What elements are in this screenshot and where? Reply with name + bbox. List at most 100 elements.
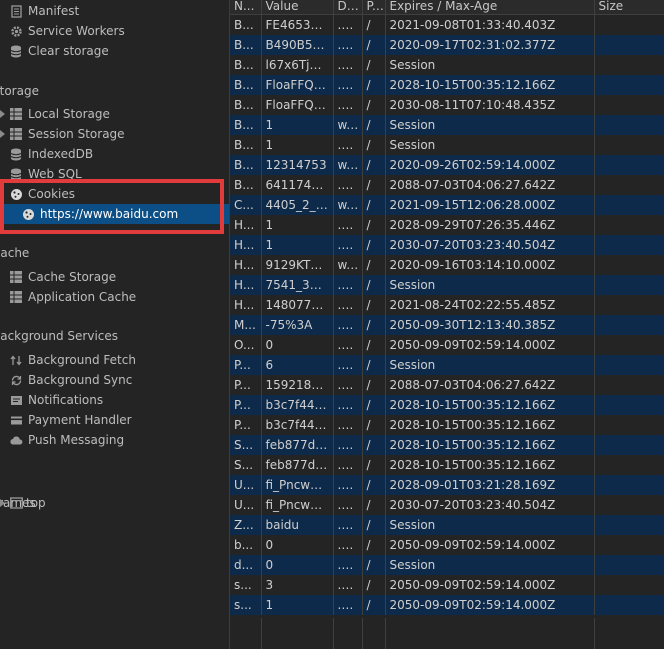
cell-name: B... [230, 135, 262, 155]
cell-path: / [362, 455, 386, 475]
cell-expires: Session [385, 555, 595, 575]
cell-path: / [362, 415, 386, 435]
table-row[interactable]: H... 148077_1... .b.../2021-08-24T02:22:55… [230, 295, 664, 315]
table-row[interactable]: H... 1 .p.../2028-09-29T07:26:35.446Z [230, 215, 664, 235]
cell-value: 1 [261, 135, 334, 155]
cell-expires: 2028-10-15T00:35:12.166Z [385, 75, 595, 95]
table-row[interactable]: B... 1 w... / Session [230, 115, 664, 135]
sidebar-item-cookies[interactable]: Cookies [0, 184, 229, 204]
table-row[interactable]: Z... baidu .b... / Session [230, 515, 664, 535]
cell-path: / [362, 355, 386, 375]
sidebar-item-background-fetch[interactable]: Background Fetch [0, 350, 229, 370]
sidebar-item-indexeddb[interactable]: IndexedDB [0, 144, 229, 164]
sidebar-item-service-workers[interactable]: Service Workers [0, 21, 229, 41]
sidebar-item-label: Background Services [0, 329, 119, 343]
sidebar-item-session-storage[interactable]: Session Storage [0, 124, 229, 144]
table-row[interactable]: U... fi_Pncwhp... .p.../2028-09-01T03:21:2… [230, 475, 664, 495]
application-sidebar: Manifest Service Workers Clear storage Stor… [0, 0, 229, 649]
cell-size [594, 275, 664, 295]
cell-domain: w... [333, 255, 363, 275]
cell-value: b3c7f444... [261, 415, 334, 435]
table-row[interactable]: B... 64117446... .b.../2088-07-03T04:06:27… [230, 175, 664, 195]
cell-path: / [362, 155, 386, 175]
table-row[interactable]: B... FE46531B... .b.../2021-09-08T01:33:40… [230, 14, 664, 35]
cell-size [594, 535, 664, 555]
cell-expires: 2030-07-20T03:23:40.504Z [385, 495, 595, 515]
column-header-size[interactable]: Size [594, 0, 664, 15]
table-row[interactable]: H... 1 .p.../2030-07-20T03:23:40.504Z [230, 235, 664, 255]
table-row[interactable]: H... 7541_326... .b... / Session [230, 275, 664, 295]
table-row[interactable]: B... l67x6TjH... .b... / Session [230, 55, 664, 75]
table-row[interactable]: B... B490B5EB... .b.../2020-09-17T02:31:02… [230, 35, 664, 55]
cell-name: B... [230, 35, 262, 55]
cell-value: 1 [261, 235, 334, 255]
cell-expires: 2020-09-17T02:31:02.377Z [385, 35, 595, 55]
table-row[interactable]: P... 15921823... .b.../2088-07-03T04:06:27… [230, 375, 664, 395]
table-row[interactable]: s... 1 .w.../2050-09-09T02:59:14.000Z [230, 595, 664, 615]
table-row[interactable]: B... FloaFFQM... .b.../2028-10-15T00:35:12… [230, 75, 664, 95]
sidebar-item-local-storage[interactable]: Local Storage [0, 104, 229, 124]
expand-arrow-icon[interactable] [0, 499, 5, 507]
table-row[interactable]: b... 0 .w.../2050-09-09T02:59:14.000Z [230, 535, 664, 555]
table-row[interactable]: H... 9129KTB... w.../2020-09-16T03:14:10.0… [230, 255, 664, 275]
sidebar-item-push-messaging[interactable]: Push Messaging [0, 430, 229, 450]
cell-domain: .b... [333, 95, 363, 115]
table-row[interactable]: M... -75%3A .b.../2050-09-30T12:13:40.385Z [230, 315, 664, 335]
table-row[interactable]: U... fi_Pncwhp... .p.../2030-07-20T03:23:4… [230, 495, 664, 515]
cell-path: / [362, 55, 386, 75]
column-header-name[interactable]: N... [230, 0, 262, 15]
column-header-expires[interactable]: Expires / Max-Age [385, 0, 595, 15]
cell-domain: .w... [333, 535, 363, 555]
column-header-domain[interactable]: D... [333, 0, 363, 15]
table-row[interactable]: S... feb877dd... .p.../2028-10-15T00:35:12… [230, 435, 664, 455]
cell-size [594, 235, 664, 255]
cell-domain: .b... [333, 55, 363, 75]
table-row[interactable]: O... 0 .w.../2050-09-09T02:59:14.000Z [230, 335, 664, 355]
cell-name: P... [230, 415, 262, 435]
sidebar-item-background-sync[interactable]: Background Sync [0, 370, 229, 390]
cell-size [594, 515, 664, 535]
cell-path: / [362, 375, 386, 395]
cell-domain: .p... [333, 475, 363, 495]
cell-value: -75%3A [261, 315, 334, 335]
table-row[interactable]: s... 3 .w.../2050-09-09T02:59:14.000Z [230, 575, 664, 595]
cell-size [594, 215, 664, 235]
cell-value: 15921823... [261, 375, 334, 395]
table-row[interactable]: P... b3c7f444... .p.../2028-10-15T00:35:12… [230, 415, 664, 435]
sidebar-item-top[interactable]: top [0, 493, 229, 513]
table-row[interactable]: S... feb877dd... .p.../2028-10-15T00:35:12… [230, 455, 664, 475]
cell-path: / [362, 14, 386, 35]
sidebar-tree: Manifest Service Workers Clear storage Stor… [0, 0, 229, 649]
table-row[interactable]: B... 1 .b... / Session [230, 135, 664, 155]
sidebar-item-clear-storage[interactable]: Clear storage [0, 41, 229, 61]
sidebar-item-manifest[interactable]: Manifest [0, 1, 229, 21]
cell-path: / [362, 35, 386, 55]
cell-expires: 2088-07-03T04:06:27.642Z [385, 175, 595, 195]
cell-path: / [362, 115, 386, 135]
table-row[interactable]: P... b3c7f444... .p.../2028-10-15T00:35:12… [230, 395, 664, 415]
database-icon [9, 44, 23, 58]
table-row[interactable]: P... 6 .b... / Session [230, 355, 664, 375]
cell-domain: .b... [333, 275, 363, 295]
sidebar-item-notifications[interactable]: Notifications [0, 390, 229, 410]
sidebar-item-payment-handler[interactable]: Payment Handler [0, 410, 229, 430]
expand-arrow-icon[interactable] [0, 110, 5, 118]
column-header-path[interactable]: P... [362, 0, 386, 15]
cell-domain: .p... [333, 435, 363, 455]
table-row[interactable]: d... 0 .w... / Session [230, 555, 664, 575]
sync-icon [9, 373, 23, 387]
table-row[interactable]: B... 12314753 w.../2020-09-26T02:59:14.000… [230, 155, 664, 175]
cell-path: / [362, 535, 386, 555]
cell-name: O... [230, 335, 262, 355]
table-row[interactable]: B... FloaFFQM... .b.../2030-08-11T07:10:48… [230, 95, 664, 115]
database-icon [9, 147, 23, 161]
table-row[interactable]: C...4405_2_7_...w.../2021-09-15T12:06:28… [230, 195, 664, 215]
cell-path: / [362, 575, 386, 595]
expand-arrow-icon[interactable] [0, 130, 5, 138]
sidebar-item-https-www-baidu-com[interactable]: https://www.baidu.com [0, 204, 229, 224]
column-header-value[interactable]: Value [261, 0, 334, 15]
sidebar-item-application-cache[interactable]: Application Cache [0, 287, 229, 307]
grid-icon [9, 290, 23, 304]
sidebar-item-cache-storage[interactable]: Cache Storage [0, 267, 229, 287]
sidebar-item-web-sql[interactable]: Web SQL [0, 164, 229, 184]
